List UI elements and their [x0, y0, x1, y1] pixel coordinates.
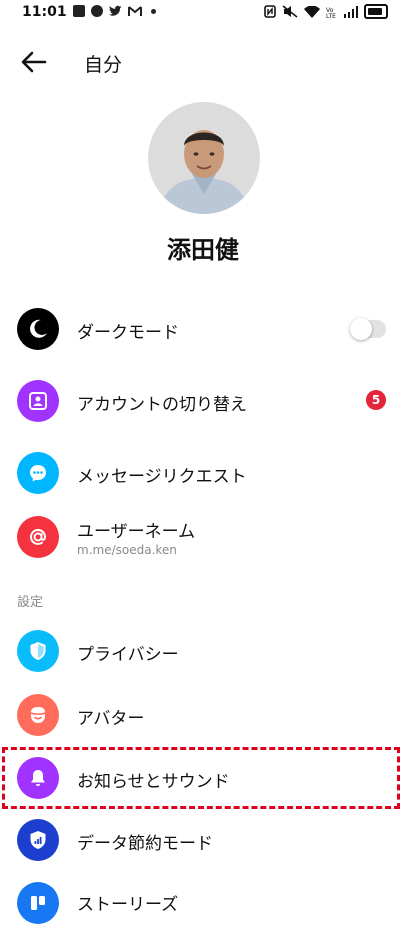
avatar[interactable]: [148, 102, 260, 214]
data-saver-label: データ節約モード: [77, 834, 213, 854]
wifi-icon: [304, 5, 320, 18]
status-time: 11:01: [22, 4, 67, 20]
dot-icon: [151, 8, 156, 14]
data-saver-icon: [17, 819, 59, 861]
chrome-icon: [91, 5, 103, 17]
system-status-icons: Vo LTE: [264, 4, 388, 19]
stories-icon: [17, 882, 59, 924]
signal-icon: [344, 5, 358, 18]
user-photo: [148, 102, 260, 214]
line-icon: [73, 5, 85, 17]
avatar-label: アバター: [77, 709, 145, 729]
chat-bubble-icon: [17, 452, 59, 494]
username-label: ユーザーネーム: [77, 522, 196, 542]
twitter-icon: [109, 5, 122, 16]
status-bar: 11:01 Vo LTE: [0, 0, 406, 24]
privacy-row[interactable]: プライバシー: [0, 620, 406, 682]
notification-badge: 5: [366, 390, 386, 410]
mute-icon: [282, 5, 298, 18]
username-value: m.me/soeda.ken: [77, 543, 177, 557]
page-title: 自分: [84, 54, 123, 76]
toggle-knob: [350, 318, 372, 340]
data-saver-row[interactable]: データ節約モード: [0, 809, 406, 871]
gmail-icon: [128, 5, 142, 16]
dark-mode-row[interactable]: ダークモード: [0, 298, 406, 360]
switch-account-row[interactable]: アカウントの切り替え 5: [0, 370, 406, 432]
switch-account-label: アカウントの切り替え: [77, 395, 247, 415]
shield-icon: [17, 630, 59, 672]
avatar-face-icon: [17, 694, 59, 736]
at-icon: [17, 516, 59, 558]
highlight-box: [2, 747, 400, 809]
stories-row[interactable]: ストーリーズ: [0, 872, 406, 934]
notification-icons: [73, 5, 156, 17]
privacy-label: プライバシー: [77, 645, 179, 665]
username-row[interactable]: ユーザーネーム m.me/soeda.ken: [0, 506, 406, 568]
switch-account-icon: [17, 380, 59, 422]
moon-icon: [17, 308, 59, 350]
dark-mode-toggle[interactable]: [350, 318, 386, 340]
svg-text:LTE: LTE: [326, 13, 336, 18]
arrow-left-icon: [21, 51, 47, 73]
message-requests-label: メッセージリクエスト: [77, 467, 247, 487]
battery-icon: [364, 4, 388, 19]
volte-icon: VoLTE: [326, 7, 336, 18]
profile-name: 添田健: [167, 236, 239, 264]
settings-section-label: 設定: [17, 595, 44, 610]
dark-mode-label: ダークモード: [77, 323, 179, 343]
nfc-icon: [264, 5, 276, 18]
avatar-row[interactable]: アバター: [0, 684, 406, 746]
message-requests-row[interactable]: メッセージリクエスト: [0, 442, 406, 504]
back-button[interactable]: [16, 46, 52, 78]
